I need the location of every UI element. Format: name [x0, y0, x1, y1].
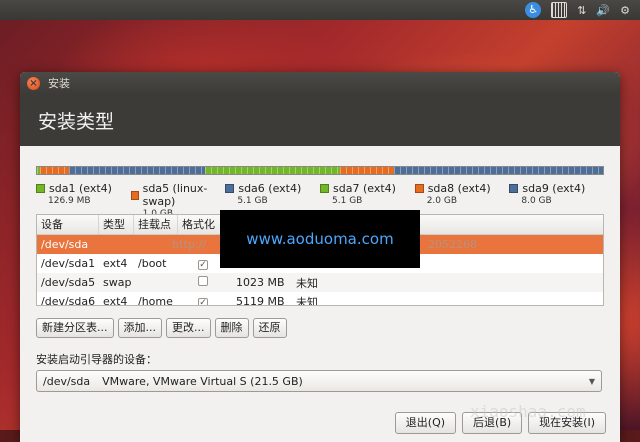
legend-name: sda1 (ext4) [49, 182, 112, 195]
table-row[interactable]: /dev/sda6 ext4 /home ✓ 5119 MB 未知 [37, 292, 603, 306]
table-row[interactable]: /dev/sda5 swap 1023 MB 未知 [37, 273, 603, 292]
partition-bar [36, 166, 604, 175]
boot-device-description: VMware, VMware Virtual S (21.5 GB) [102, 374, 303, 388]
format-checkbox[interactable]: ✓ [198, 298, 208, 305]
close-icon[interactable]: × [27, 76, 40, 90]
row-type: ext4 [103, 295, 128, 306]
boot-device: /dev/sda [43, 374, 91, 388]
bootloader-device-select[interactable]: /dev/sda VMware, VMware Virtual S (21.5 … [36, 370, 602, 392]
legend-swatch [320, 184, 330, 193]
watermark-overlay: www.aoduoma.com [220, 210, 420, 268]
power-icon[interactable]: ⚙ [620, 2, 630, 18]
add-partition-button[interactable]: 添加... [117, 318, 162, 338]
accessibility-icon[interactable]: ♿ [525, 2, 542, 18]
partition-segment [204, 167, 341, 174]
row-type: swap [103, 276, 132, 289]
row-size: 1023 MB [236, 276, 285, 289]
faint-watermark-right: 2052268 [428, 238, 477, 251]
site-watermark: xiaoshaa.com [470, 402, 586, 421]
quit-button[interactable]: 退出(Q) [394, 412, 457, 434]
partition-actions: 新建分区表... 添加... 更改... 删除 还原 [36, 318, 287, 338]
partition-segment [40, 167, 69, 174]
row-device: /dev/sda6 [41, 295, 96, 306]
legend-swatch [509, 184, 519, 193]
window-title: 安装 [48, 77, 70, 90]
new-partition-table-button[interactable]: 新建分区表... [36, 318, 114, 338]
row-mount: /home [138, 295, 173, 306]
row-used: 未知 [296, 276, 318, 290]
revert-button[interactable]: 还原 [252, 318, 287, 338]
row-device: /dev/sda1 [41, 257, 96, 270]
partition-segment [340, 167, 394, 174]
row-device: /dev/sda5 [41, 276, 96, 289]
legend-size: 8.0 GB [521, 196, 552, 206]
volume-icon[interactable]: 🔊 [596, 2, 610, 18]
legend-swatch [36, 184, 45, 193]
delete-partition-button[interactable]: 删除 [214, 318, 249, 338]
window-titlebar: × 安装 [20, 72, 620, 94]
legend-name: sda7 (ext4) [333, 182, 396, 195]
legend-name: sda9 (ext4) [522, 182, 586, 195]
legend-swatch [414, 184, 424, 193]
bootloader-label: 安装启动引导器的设备： [36, 353, 157, 366]
legend-size: 126.9 MB [48, 196, 91, 206]
network-icon[interactable]: ⇅ [577, 2, 586, 18]
top-panel: ♿ ⇅ 🔊 ⚙ [0, 0, 640, 20]
change-partition-button[interactable]: 更改... [166, 318, 211, 338]
partition-segment [68, 167, 205, 174]
column-device[interactable]: 设备 [37, 215, 99, 234]
row-device: /dev/sda [41, 238, 89, 251]
format-checkbox[interactable] [198, 276, 208, 286]
chevron-down-icon: ▼ [588, 377, 595, 386]
partition-segment [393, 167, 603, 174]
legend-size: 2.0 GB [426, 196, 458, 206]
legend-name: sda5 (linux-swap) [142, 182, 208, 208]
legend-name: sda6 (ext4) [238, 182, 302, 195]
column-mount[interactable]: 挂载点 [134, 215, 178, 234]
row-used: 未知 [296, 295, 318, 306]
column-type[interactable]: 类型 [99, 215, 134, 234]
legend-swatch [225, 184, 235, 193]
legend-swatch [130, 190, 139, 200]
format-checkbox[interactable]: ✓ [198, 260, 208, 270]
row-size: 5119 MB [236, 295, 285, 306]
watermark-site-text: www.aoduoma.com [246, 230, 394, 248]
keyboard-icon[interactable] [551, 2, 568, 18]
page-title: 安装类型 [20, 94, 620, 146]
installer-window: × 安装 安装类型 sda1 (ext4) 126.9 MB sda5 (linux… [20, 72, 620, 442]
column-format[interactable]: 格式化 [178, 215, 222, 234]
legend-size: 5.1 GB [332, 196, 363, 206]
row-type: ext4 [103, 257, 128, 270]
row-mount: /boot [138, 257, 167, 270]
legend-size: 5.1 GB [237, 196, 268, 206]
legend-name: sda8 (ext4) [427, 182, 491, 195]
faint-watermark-left: http:// [172, 238, 207, 251]
